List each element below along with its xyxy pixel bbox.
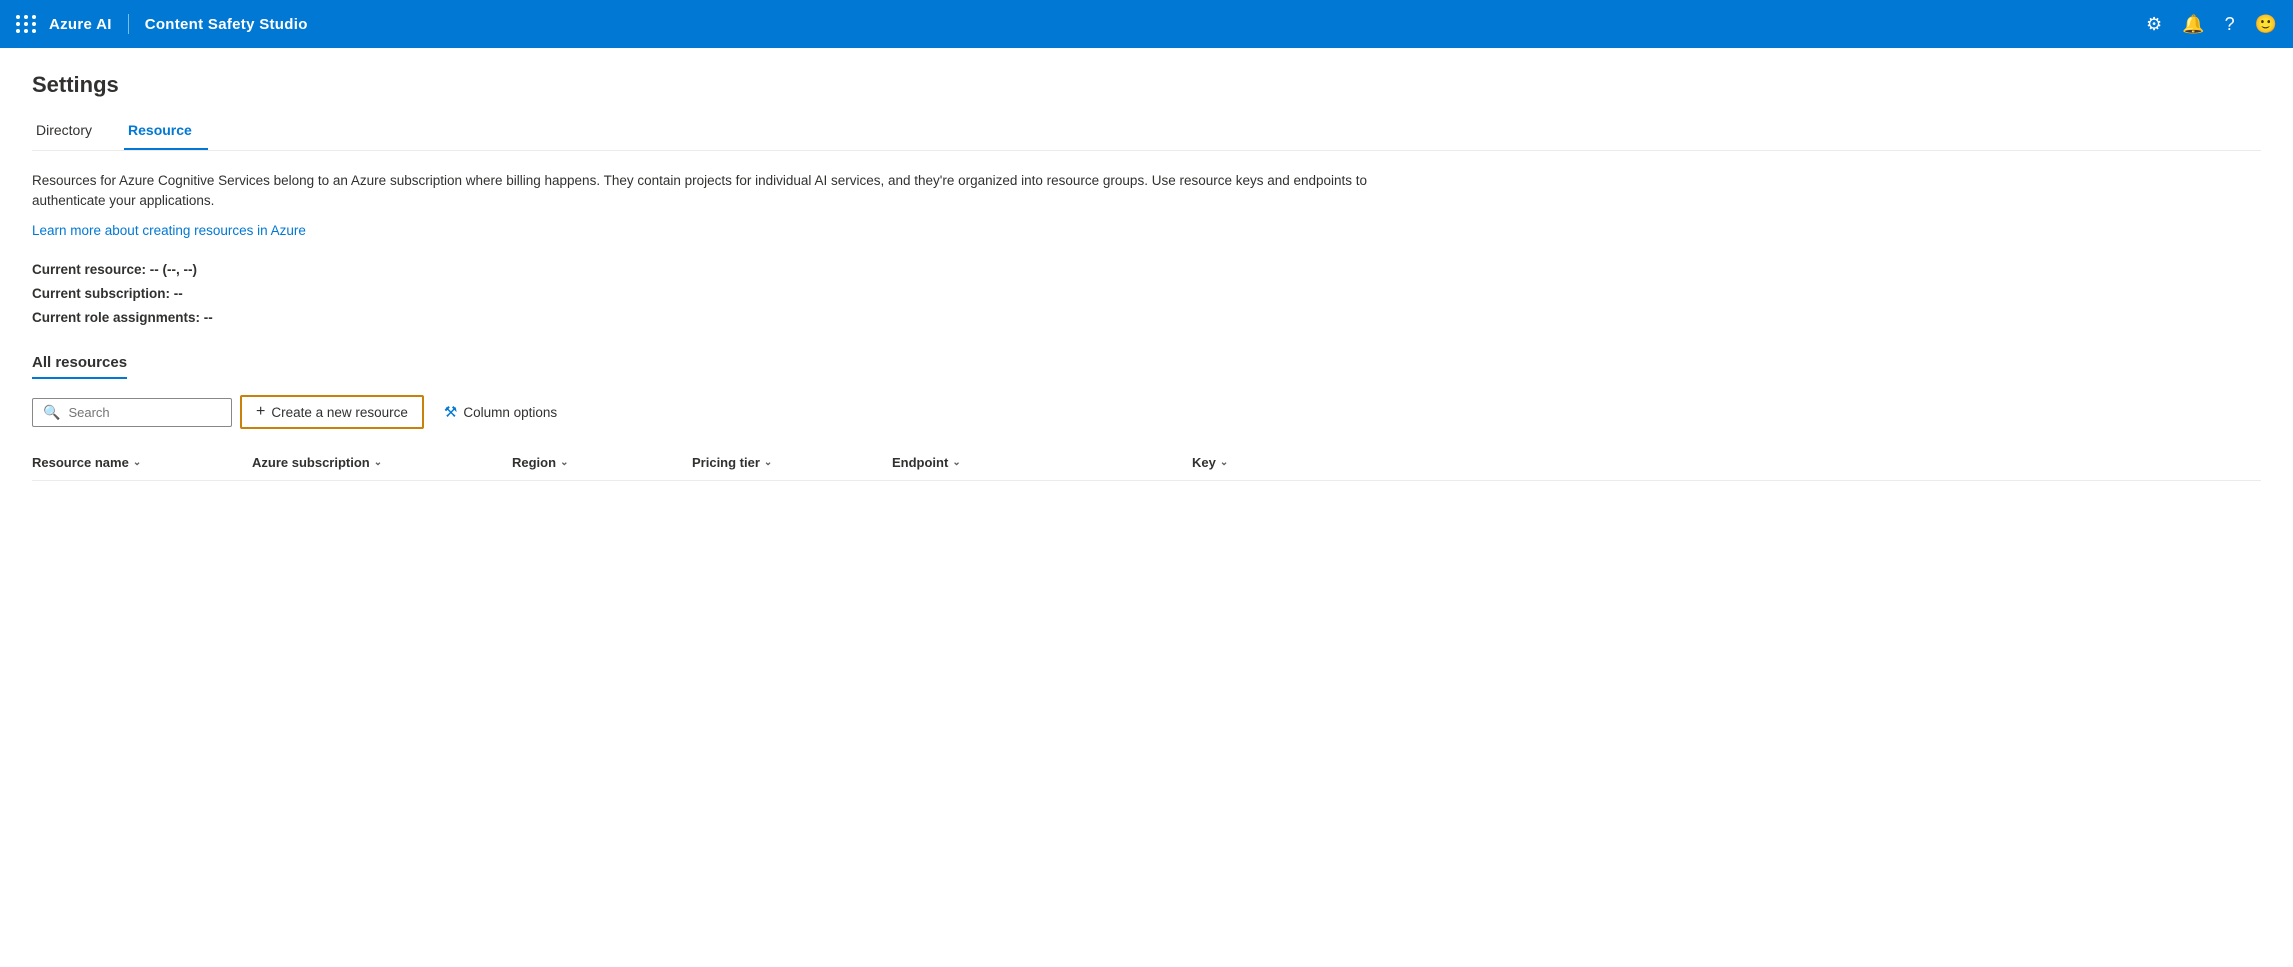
description-text: Resources for Azure Cognitive Services b… [32,171,1432,212]
column-options-label: Column options [463,405,557,420]
nav-divider [128,14,129,34]
app-name-label: Content Safety Studio [145,16,308,33]
th-resource-name-label: Resource name [32,455,129,470]
tabs-container: Directory Resource [32,114,2261,151]
create-new-resource-button[interactable]: + Create a new resource [240,395,424,429]
apps-grid-icon[interactable] [16,15,37,33]
sort-icon-pricing-tier: ⌄ [764,457,772,468]
th-endpoint[interactable]: Endpoint ⌄ [892,455,1192,470]
th-key[interactable]: Key ⌄ [1192,455,1392,470]
search-icon: 🔍 [43,404,60,421]
th-azure-subscription-label: Azure subscription [252,455,370,470]
sort-icon-endpoint: ⌄ [952,457,960,468]
help-icon[interactable]: ? [2225,14,2235,35]
th-endpoint-label: Endpoint [892,455,948,470]
sort-icon-resource-name: ⌄ [133,457,141,468]
search-box[interactable]: 🔍 [32,398,232,427]
th-region[interactable]: Region ⌄ [512,455,692,470]
th-resource-name[interactable]: Resource name ⌄ [32,455,252,470]
tab-resource[interactable]: Resource [124,114,208,150]
create-button-label: Create a new resource [271,405,408,420]
main-content: Settings Directory Resource Resources fo… [0,48,2293,505]
th-pricing-tier[interactable]: Pricing tier ⌄ [692,455,892,470]
sort-icon-key: ⌄ [1220,457,1228,468]
plus-icon: + [256,403,265,421]
nav-left: Azure AI Content Safety Studio [16,14,308,34]
current-resource-label: Current resource: -- (--, --) [32,258,2261,282]
page-title: Settings [32,72,2261,98]
brand-label: Azure AI [49,16,112,33]
account-icon[interactable]: 🙂 [2255,14,2277,35]
all-resources-section: All resources 🔍 + Create a new resource … [32,354,2261,481]
notifications-icon[interactable]: 🔔 [2182,14,2204,35]
settings-icon[interactable]: ⚙ [2146,14,2162,35]
resource-info: Current resource: -- (--, --) Current su… [32,258,2261,331]
current-role-label: Current role assignments: -- [32,306,2261,330]
top-navigation: Azure AI Content Safety Studio ⚙ 🔔 ? 🙂 [0,0,2293,48]
learn-more-link[interactable]: Learn more about creating resources in A… [32,223,306,238]
th-azure-subscription[interactable]: Azure subscription ⌄ [252,455,512,470]
toolbar: 🔍 + Create a new resource ⚒ Column optio… [32,395,2261,429]
sort-icon-azure-subscription: ⌄ [374,457,382,468]
column-options-icon: ⚒ [444,403,457,421]
column-options-button[interactable]: ⚒ Column options [432,397,569,427]
search-input[interactable] [68,405,221,420]
section-title: All resources [32,354,127,379]
tab-directory[interactable]: Directory [32,114,108,150]
sort-icon-region: ⌄ [560,457,568,468]
th-region-label: Region [512,455,556,470]
nav-right: ⚙ 🔔 ? 🙂 [2146,14,2277,35]
th-pricing-tier-label: Pricing tier [692,455,760,470]
table-header: Resource name ⌄ Azure subscription ⌄ Reg… [32,445,2261,481]
th-key-label: Key [1192,455,1216,470]
current-subscription-label: Current subscription: -- [32,282,2261,306]
